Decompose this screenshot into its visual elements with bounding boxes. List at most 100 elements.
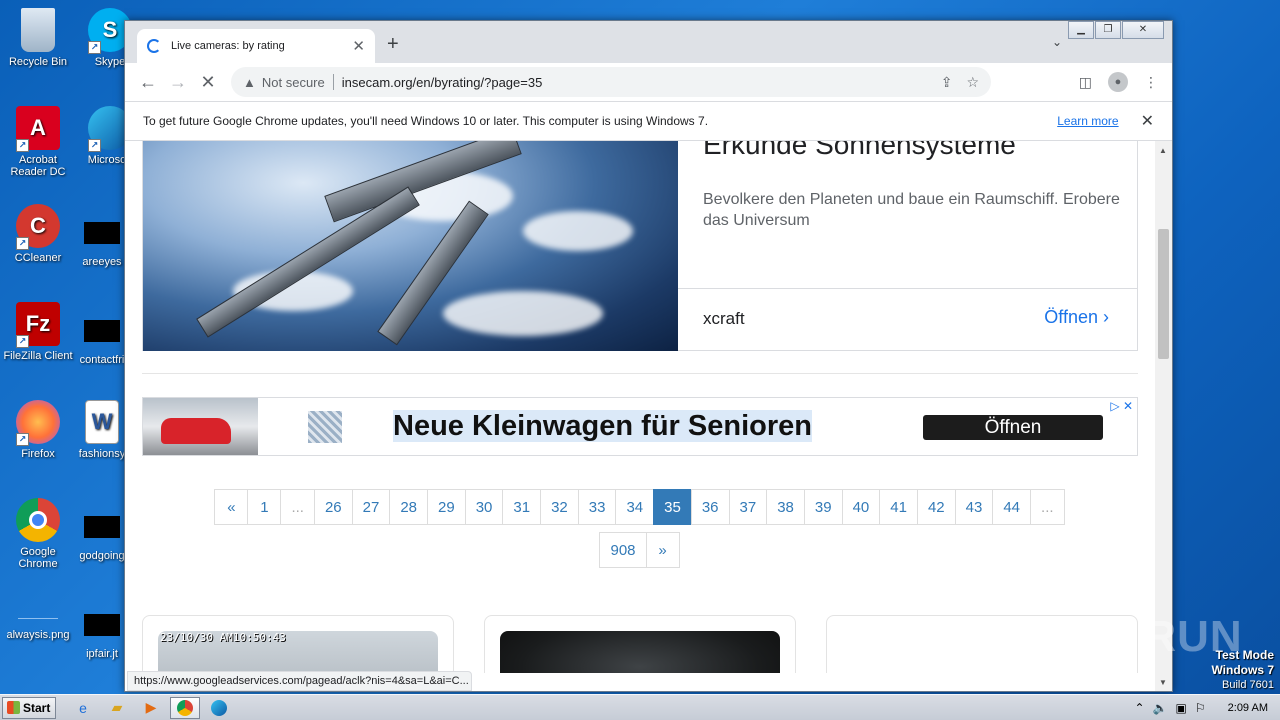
restore-button[interactable]: ❐ bbox=[1095, 21, 1121, 39]
close-infobar-icon[interactable]: ✕ bbox=[1141, 111, 1154, 131]
pagination-page[interactable]: 38 bbox=[766, 489, 805, 525]
ad-description[interactable]: Bevolkere den Planeten und baue ein Raum… bbox=[703, 189, 1123, 231]
taskbar-ie-icon[interactable]: e bbox=[68, 697, 98, 719]
pagination-page[interactable]: 44 bbox=[992, 489, 1032, 525]
pagination-page[interactable]: 40 bbox=[841, 489, 881, 525]
tab-live-cameras[interactable]: Live cameras: by rating ✕ bbox=[137, 29, 375, 63]
warning-icon[interactable]: ▲ bbox=[243, 75, 256, 90]
adchoices-icon[interactable]: ▷ ✕ bbox=[1110, 399, 1133, 413]
ad-banner-open-button[interactable]: Öffnen bbox=[923, 415, 1103, 440]
pagination-ellipsis: ... bbox=[1030, 489, 1065, 525]
camera-thumbnail[interactable] bbox=[500, 631, 780, 673]
forward-button[interactable]: → bbox=[163, 67, 193, 97]
update-infobar: To get future Google Chrome updates, you… bbox=[125, 101, 1172, 141]
test-mode-notice: Test Mode Windows 7 Build 7601 bbox=[1211, 648, 1274, 692]
ad-open-button[interactable]: Öffnen › bbox=[1044, 307, 1109, 328]
pagination-page[interactable]: 43 bbox=[954, 489, 994, 525]
pagination-page[interactable]: 32 bbox=[540, 489, 579, 525]
pagination-page[interactable]: 39 bbox=[803, 489, 843, 525]
network-icon[interactable]: ▣ bbox=[1176, 701, 1187, 715]
pagination-page[interactable]: 37 bbox=[728, 489, 768, 525]
camera-card[interactable] bbox=[484, 615, 796, 673]
tab-title: Live cameras: by rating bbox=[171, 40, 285, 52]
black-file-icon bbox=[84, 614, 120, 636]
pagination-page[interactable]: 908 bbox=[599, 532, 647, 568]
pagination-page[interactable]: 30 bbox=[464, 489, 504, 525]
loading-spinner-icon bbox=[147, 39, 161, 53]
page-viewport: Erkunde Sonnensysteme Bevolkere den Plan… bbox=[125, 141, 1155, 673]
infobar-message: To get future Google Chrome updates, you… bbox=[143, 114, 709, 128]
ad-open-label: Öffnen bbox=[1044, 307, 1098, 327]
back-button[interactable]: ← bbox=[133, 67, 163, 97]
pagination-page[interactable]: 41 bbox=[879, 489, 918, 525]
pagination-page[interactable]: 31 bbox=[502, 489, 542, 525]
stop-loading-button[interactable]: ✕ bbox=[193, 67, 223, 97]
filezilla-icon: Fz ↗ bbox=[16, 302, 60, 348]
url-text[interactable]: insecam.org/en/byrating/?page=35 bbox=[342, 75, 927, 90]
ad-banner-text[interactable]: Neue Kleinwagen für Senioren bbox=[393, 410, 812, 442]
camera-card[interactable]: 23/10/30 AM10:50:43 bbox=[142, 615, 454, 673]
share-icon[interactable]: ⇪ bbox=[941, 74, 953, 91]
pagination-page[interactable]: 28 bbox=[389, 489, 429, 525]
scroll-up-icon[interactable]: ▲ bbox=[1159, 146, 1167, 155]
tray-expand-icon[interactable]: ⌃ bbox=[1135, 701, 1145, 715]
pagination-page[interactable]: 42 bbox=[916, 489, 956, 525]
desktop-icon-acrobat[interactable]: A ↗ Acrobat Reader DC bbox=[0, 106, 76, 178]
taskbar-edge-icon[interactable] bbox=[204, 697, 234, 719]
page-scrollbar[interactable]: ▲ ▼ bbox=[1155, 141, 1172, 691]
pagination-page[interactable]: 34 bbox=[615, 489, 655, 525]
pagination-page[interactable]: 27 bbox=[351, 489, 391, 525]
profile-avatar-icon[interactable]: ● bbox=[1108, 72, 1128, 92]
close-window-button[interactable]: ✕ bbox=[1122, 21, 1164, 39]
new-tab-button[interactable]: + bbox=[387, 33, 399, 56]
pagination-next[interactable]: » bbox=[645, 532, 680, 568]
taskbar-explorer-icon[interactable]: ▰ bbox=[102, 697, 132, 719]
start-button[interactable]: Start bbox=[2, 696, 56, 719]
firefox-icon: ↗ bbox=[16, 400, 60, 446]
car-ad-banner[interactable]: Neue Kleinwagen für Senioren Öffnen ▷ ✕ bbox=[142, 397, 1138, 456]
image-file-icon bbox=[18, 618, 58, 619]
taskbar-media-player-icon[interactable]: ▶ bbox=[136, 697, 166, 719]
close-tab-icon[interactable]: ✕ bbox=[352, 37, 365, 55]
scroll-down-icon[interactable]: ▼ bbox=[1159, 678, 1167, 687]
ad-car-image[interactable] bbox=[143, 398, 258, 455]
pagination-prev[interactable]: « bbox=[214, 489, 249, 525]
side-panel-icon[interactable]: ◫ bbox=[1079, 74, 1092, 91]
learn-more-link[interactable]: Learn more bbox=[1057, 114, 1118, 128]
not-secure-label[interactable]: Not secure bbox=[262, 75, 325, 90]
pagination-page[interactable]: 36 bbox=[690, 489, 730, 525]
ad-thumbnail[interactable] bbox=[308, 411, 342, 443]
pagination-page[interactable]: 1 bbox=[247, 489, 282, 525]
ad-headline[interactable]: Erkunde Sonnensysteme bbox=[703, 141, 1016, 161]
chrome-icon bbox=[16, 498, 60, 542]
word-icon: W bbox=[85, 400, 119, 444]
desktop-icon-recycle-bin[interactable]: Recycle Bin bbox=[0, 8, 76, 68]
black-file-icon bbox=[84, 222, 120, 244]
address-bar[interactable]: ▲ Not secure insecam.org/en/byrating/?pa… bbox=[231, 67, 991, 97]
scrollbar-thumb[interactable] bbox=[1158, 229, 1169, 359]
clock[interactable]: 2:09 AM bbox=[1228, 702, 1268, 714]
volume-icon[interactable]: 🔈 bbox=[1153, 701, 1168, 715]
link-status-bar: https://www.googleadservices.com/pagead/… bbox=[127, 671, 472, 691]
pagination-page[interactable]: 33 bbox=[577, 489, 617, 525]
tab-search-chevron-icon[interactable]: ⌄ bbox=[1052, 35, 1062, 49]
browser-toolbar: ← → ✕ ▲ Not secure insecam.org/en/byrati… bbox=[125, 63, 1172, 101]
ad-brand[interactable]: xcraft bbox=[703, 309, 745, 329]
menu-kebab-icon[interactable]: ⋮ bbox=[1144, 74, 1158, 91]
minimize-button[interactable]: ▁ bbox=[1068, 21, 1094, 39]
toolbar-right: ◫ ● ⋮ bbox=[1079, 72, 1164, 92]
pagination-page[interactable]: 35 bbox=[653, 489, 692, 525]
bookmark-star-icon[interactable]: ☆ bbox=[966, 74, 979, 91]
game-ad[interactable]: Erkunde Sonnensysteme Bevolkere den Plan… bbox=[142, 141, 1138, 351]
window-controls: ▁ ❐ ✕ bbox=[1067, 21, 1164, 39]
black-file-icon bbox=[84, 516, 120, 538]
camera-thumbnail[interactable]: 23/10/30 AM10:50:43 bbox=[158, 631, 438, 673]
action-center-flag-icon[interactable]: ⚐ bbox=[1195, 701, 1206, 715]
ccleaner-icon: C ↗ bbox=[16, 204, 60, 250]
camera-timestamp: 23/10/30 AM10:50:43 bbox=[160, 631, 286, 644]
pagination-page[interactable]: 26 bbox=[313, 489, 353, 525]
system-tray: ⌃ 🔈 ▣ ⚐ 2:09 AM bbox=[1135, 701, 1280, 715]
ad-image-spaceship[interactable] bbox=[143, 141, 678, 351]
taskbar-chrome-icon[interactable] bbox=[170, 696, 200, 719]
pagination-page[interactable]: 29 bbox=[427, 489, 466, 525]
